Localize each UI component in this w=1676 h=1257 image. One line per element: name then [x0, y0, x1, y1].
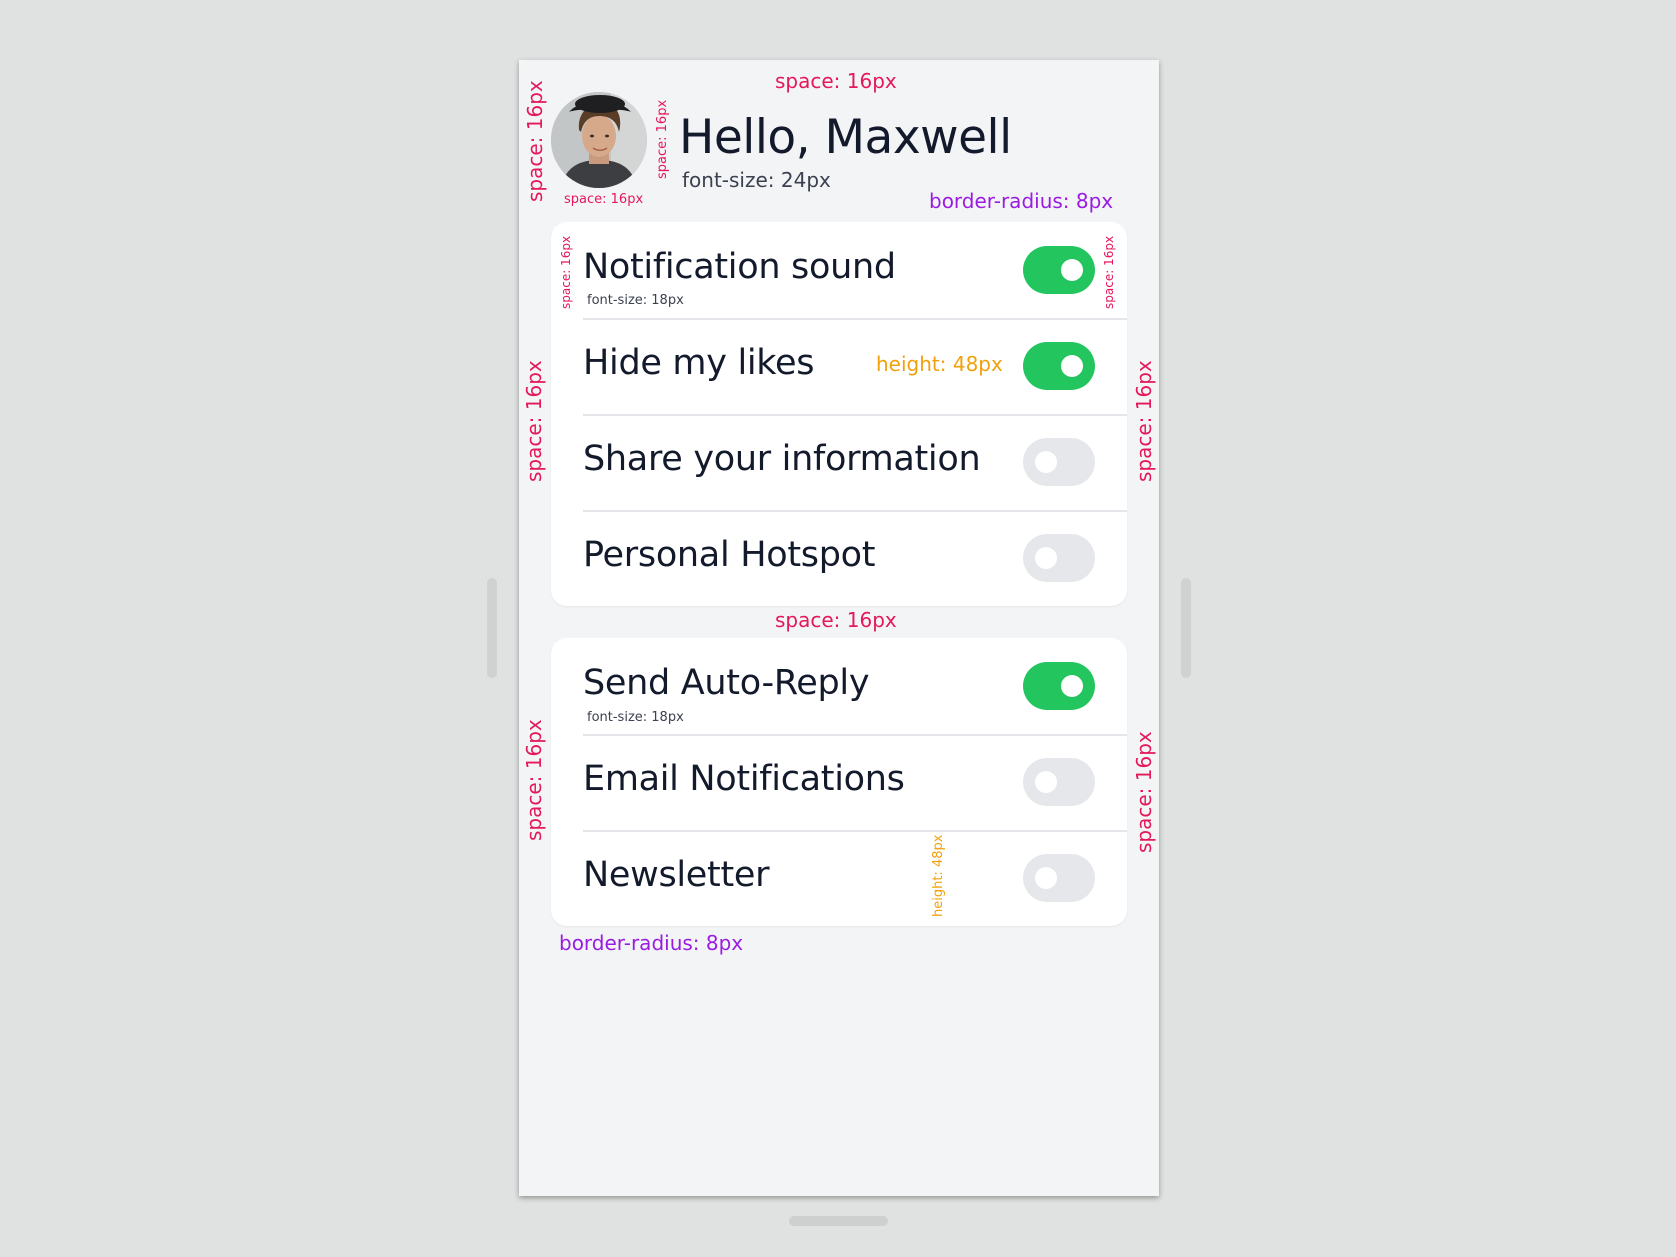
annotation-card1-space-right: space: 16px — [1132, 360, 1156, 482]
toggle-knob — [1061, 355, 1083, 377]
settings-row-personal-hotspot: Personal Hotspot — [583, 510, 1127, 606]
side-button-left — [487, 578, 497, 678]
personal-hotspot-toggle[interactable] — [1023, 534, 1095, 582]
annotation-greeting-font: font-size: 24px — [682, 168, 831, 192]
phone-screen: Hello, Maxwell Notification sound Hide m… — [519, 60, 1159, 1196]
row-label: Send Auto-Reply — [583, 663, 870, 703]
settings-row-newsletter: Newsletter — [583, 830, 1127, 926]
toggle-knob — [1035, 867, 1057, 889]
hide-my-likes-toggle[interactable] — [1023, 342, 1095, 390]
annotation-space-top: space: 16px — [775, 69, 897, 93]
toggle-knob — [1035, 451, 1057, 473]
settings-row-email-notifications: Email Notifications — [583, 734, 1127, 832]
toggle-knob — [1035, 771, 1057, 793]
avatar[interactable] — [551, 92, 647, 188]
side-button-right — [1181, 578, 1191, 678]
annotation-card1-space-right-small: space: 16px — [1102, 235, 1116, 309]
annotation-card1-space-left: space: 16px — [522, 360, 546, 482]
annotation-avatar-bottom: space: 16px — [564, 192, 644, 207]
annotation-card2-space-left: space: 16px — [522, 719, 546, 841]
annotation-card1-space-left-small: space: 16px — [559, 235, 573, 309]
newsletter-toggle[interactable] — [1023, 854, 1095, 902]
annotation-avatar-right: space: 16px — [655, 99, 670, 179]
annotation-row2-height: height: 48px — [876, 352, 1003, 376]
settings-row-hide-my-likes: Hide my likes — [583, 318, 1127, 416]
send-auto-reply-toggle[interactable] — [1023, 662, 1095, 710]
annotation-row7-height: height: 48px — [931, 834, 946, 917]
home-indicator[interactable] — [789, 1216, 888, 1226]
annotation-space-left-header: space: 16px — [523, 80, 547, 202]
annotation-card2-space-right: space: 16px — [1132, 731, 1156, 853]
avatar-photo — [551, 92, 647, 188]
row-label: Notification sound — [583, 247, 896, 287]
row-label: Email Notifications — [583, 759, 905, 799]
row-label: Hide my likes — [583, 343, 815, 383]
row-label: Personal Hotspot — [583, 535, 876, 575]
annotation-row5-font: font-size: 18px — [587, 710, 684, 725]
row-label: Share your information — [583, 439, 981, 479]
page-title: Hello, Maxwell — [679, 110, 1012, 165]
settings-card-1: Notification sound Hide my likes Share y… — [551, 222, 1127, 606]
annotation-radius-bottom: border-radius: 8px — [559, 931, 744, 955]
share-information-toggle[interactable] — [1023, 438, 1095, 486]
annotation-row1-font: font-size: 18px — [587, 293, 684, 308]
settings-card-2: Send Auto-Reply Email Notifications News… — [551, 638, 1127, 926]
annotation-radius-header: border-radius: 8px — [929, 189, 1114, 213]
annotation-space-between: space: 16px — [775, 608, 897, 632]
email-notifications-toggle[interactable] — [1023, 758, 1095, 806]
toggle-knob — [1035, 547, 1057, 569]
notification-sound-toggle[interactable] — [1023, 246, 1095, 294]
toggle-knob — [1061, 675, 1083, 697]
toggle-knob — [1061, 259, 1083, 281]
settings-row-share-your-information: Share your information — [583, 414, 1127, 512]
row-label: Newsletter — [583, 855, 770, 895]
